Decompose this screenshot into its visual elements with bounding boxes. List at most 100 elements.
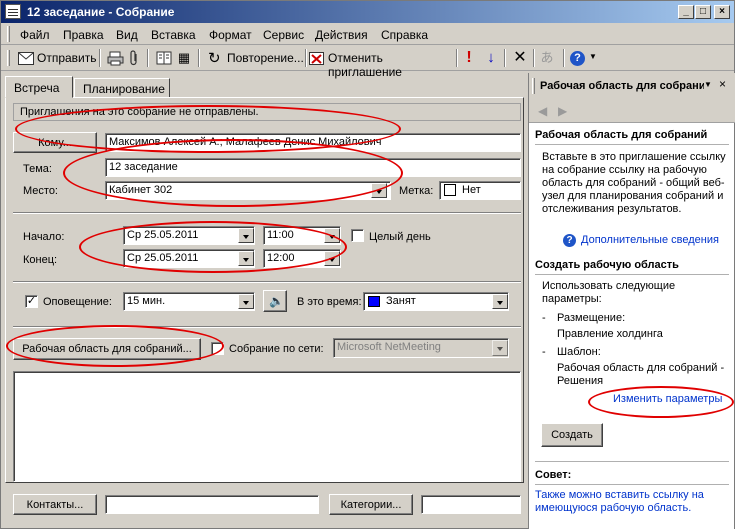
create-workspace-intro: Использовать следующие параметры:: [542, 280, 676, 305]
online-meeting-dropdown-button[interactable]: [492, 340, 508, 356]
tab-planning-label: Планирование: [83, 82, 165, 96]
reminder-sound-button[interactable]: 🔈: [263, 290, 287, 312]
minimize-button[interactable]: _: [678, 5, 694, 19]
tab-planning[interactable]: Планирование: [74, 78, 170, 98]
section-divider: [535, 144, 729, 145]
location-dropdown-button[interactable]: [371, 183, 387, 198]
subject-label: Тема:: [23, 163, 52, 175]
start-date-input[interactable]: Ср 25.05.2011: [123, 226, 255, 245]
toolbar-overflow-icon[interactable]: ▼: [589, 52, 597, 61]
toolbar-separator: [504, 49, 506, 67]
translate-icon[interactable]: あ: [539, 50, 555, 66]
envelope-icon: [18, 52, 34, 65]
contacts-field[interactable]: [105, 495, 319, 514]
help-icon: ?: [563, 234, 576, 247]
tip-link[interactable]: Также можно вставить ссылку на имеющуюся…: [535, 489, 731, 515]
tab-meeting[interactable]: Встреча: [5, 76, 73, 98]
all-day-checkbox[interactable]: [351, 229, 364, 242]
to-field[interactable]: Максимов Алексей А.; Малафеев Денис Миха…: [105, 133, 521, 152]
menu-tools[interactable]: Сервис: [263, 28, 304, 42]
start-label: Начало:: [23, 231, 65, 243]
cancel-invitation-label: Отменить приглашение: [328, 51, 402, 79]
location-input[interactable]: Кабинет 302: [105, 181, 391, 200]
workspace-section-title: Рабочая область для собраний: [535, 129, 708, 141]
reminder-dropdown-button[interactable]: [238, 294, 254, 309]
calendar-small-icon[interactable]: ▦: [176, 50, 192, 66]
reminder-checkbox[interactable]: ✓: [25, 295, 38, 308]
section-divider: [535, 484, 729, 485]
calendar-icon: [5, 4, 21, 19]
menu-actions[interactable]: Действия: [315, 28, 368, 42]
label-color-swatch: [444, 184, 456, 196]
back-arrow-icon[interactable]: ◀: [538, 104, 547, 118]
menu-help[interactable]: Справка: [381, 28, 428, 42]
task-pane: Рабочая область для собраний ▼ × ◀ ▶ Раб…: [528, 73, 735, 529]
more-info-link[interactable]: Дополнительные сведения: [581, 234, 719, 246]
online-meeting-checkbox[interactable]: [211, 342, 224, 355]
meeting-workspace-button[interactable]: Рабочая область для собраний...: [13, 338, 201, 360]
end-time-dropdown-button[interactable]: [324, 251, 340, 266]
online-meeting-label: Собрание по сети:: [229, 343, 324, 355]
menu-edit[interactable]: Правка: [63, 28, 104, 42]
end-date-input[interactable]: Ср 25.05.2011: [123, 249, 255, 268]
notes-textarea[interactable]: [13, 371, 521, 482]
end-label: Конец:: [23, 254, 58, 266]
high-importance-icon[interactable]: !: [461, 50, 477, 66]
close-button[interactable]: ×: [714, 5, 730, 19]
location-param-value: Правление холдинга: [557, 328, 663, 340]
task-pane-grip[interactable]: [532, 78, 535, 94]
menubar-grip[interactable]: [7, 26, 10, 42]
start-time-dropdown-button[interactable]: [324, 228, 340, 243]
paperclip-icon[interactable]: [128, 50, 140, 67]
toolbar-separator: [198, 49, 200, 67]
address-book-icon[interactable]: [156, 51, 173, 66]
help-icon[interactable]: ?: [570, 51, 585, 66]
menu-insert[interactable]: Вставка: [151, 28, 196, 42]
speaker-icon: 🔈: [269, 294, 284, 308]
label-label: Метка:: [399, 185, 434, 197]
forward-arrow-icon[interactable]: ▶: [558, 104, 567, 118]
menu-format[interactable]: Формат: [209, 28, 252, 42]
task-pane-menu-icon[interactable]: ▼: [704, 80, 712, 89]
print-icon[interactable]: [107, 51, 124, 66]
toolbar-grip[interactable]: [7, 50, 10, 66]
recurrence-button[interactable]: ↻ Повторение...: [206, 49, 304, 68]
workspace-description: Вставьте в это приглашение ссылку на соб…: [542, 151, 726, 215]
cancel-invitation-button[interactable]: Отменить приглашение: [308, 49, 452, 79]
online-meeting-select[interactable]: Microsoft NetMeeting: [333, 338, 509, 358]
section-divider: [535, 461, 729, 462]
subject-input[interactable]: 12 заседание: [105, 158, 521, 177]
create-button[interactable]: Создать: [541, 423, 603, 447]
label-select[interactable]: Нет: [439, 181, 521, 200]
delete-icon[interactable]: ✕: [512, 50, 528, 66]
categories-button[interactable]: Категории...: [329, 494, 413, 515]
send-label: Отправить: [37, 51, 97, 65]
info-bar: Приглашения на это собрание не отправлен…: [13, 103, 521, 121]
send-button[interactable]: Отправить: [15, 49, 97, 68]
menu-file[interactable]: Файл: [20, 28, 50, 42]
show-as-dropdown-button[interactable]: [492, 294, 508, 309]
reminder-select[interactable]: 15 мин.: [123, 292, 255, 311]
toolbar: Отправить ▦ ↻ Повторение... Отменить при…: [1, 46, 734, 79]
toolbar-separator: [305, 49, 307, 67]
categories-field[interactable]: [421, 495, 521, 514]
task-pane-close-icon[interactable]: ×: [719, 77, 726, 91]
meeting-window: 12 заседание - Собрание _ □ × Файл Правк…: [0, 0, 735, 529]
menu-view[interactable]: Вид: [116, 28, 138, 42]
task-pane-nav: ◀ ▶: [529, 99, 735, 123]
start-date-dropdown-button[interactable]: [238, 228, 254, 243]
change-params-link[interactable]: Изменить параметры: [613, 393, 722, 405]
task-pane-header: Рабочая область для собраний ▼ ×: [529, 73, 735, 99]
end-date-dropdown-button[interactable]: [238, 251, 254, 266]
recurrence-label: Повторение...: [227, 51, 304, 65]
to-button[interactable]: Кому...: [13, 132, 97, 153]
contacts-button[interactable]: Контакты...: [13, 494, 97, 515]
toolbar-separator: [533, 49, 535, 67]
maximize-button[interactable]: □: [695, 5, 711, 19]
menu-bar: Файл Правка Вид Вставка Формат Сервис Де…: [1, 24, 734, 45]
low-importance-icon[interactable]: ↓: [483, 50, 499, 66]
show-as-value: Занят: [386, 295, 416, 307]
all-day-label: Целый день: [369, 231, 431, 243]
show-as-select[interactable]: Занят: [363, 292, 509, 311]
toolbar-separator: [563, 49, 565, 67]
